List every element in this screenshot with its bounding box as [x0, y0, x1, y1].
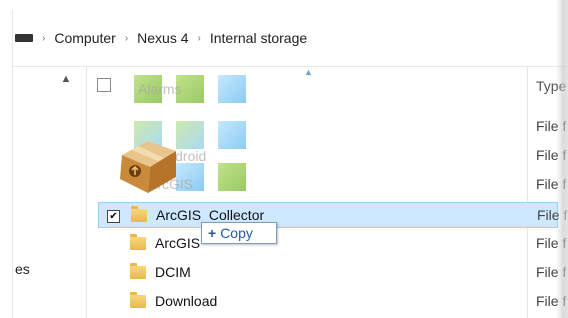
- list-item-arcgis[interactable]: ArcGIS File f: [98, 231, 566, 257]
- folder-icon: [131, 206, 147, 222]
- list-item-name: ArcGIS_Collector: [156, 207, 265, 223]
- package-icon: [120, 141, 176, 193]
- plus-icon: +: [208, 225, 217, 241]
- list-item-name: Download: [155, 293, 218, 309]
- folder-icon: [130, 292, 146, 308]
- copy-tooltip-label: Copy: [220, 225, 253, 241]
- explorer-window: › Computer › Nexus 4 › Internal storage …: [12, 10, 568, 318]
- folder-icon: [130, 234, 146, 250]
- pane-divider[interactable]: [86, 67, 87, 318]
- navigation-pane[interactable]: es: [13, 67, 93, 318]
- window-shadow: [556, 0, 568, 318]
- breadcrumb-separator-icon: ›: [197, 32, 201, 44]
- breadcrumb-separator-icon: ›: [124, 32, 129, 44]
- toolbar-divider: [13, 66, 568, 67]
- image-thumbnail-icon: [216, 119, 248, 151]
- list-item-download[interactable]: Download File f: [98, 289, 566, 315]
- breadcrumb-separator-icon: ›: [42, 32, 46, 44]
- scroll-up-icon[interactable]: ▲: [59, 72, 73, 86]
- breadcrumb-computer[interactable]: Computer: [48, 30, 121, 46]
- breadcrumb-internal-storage[interactable]: Internal storage: [204, 30, 313, 46]
- select-all-checkbox[interactable]: [97, 78, 111, 92]
- breadcrumb-nexus-4[interactable]: Nexus 4: [131, 30, 194, 46]
- nav-item-partial[interactable]: es: [15, 261, 30, 277]
- row-checkbox[interactable]: ✔: [107, 210, 120, 223]
- image-thumbnail-icon: [216, 73, 248, 105]
- list-item-name: DCIM: [155, 264, 191, 280]
- list-item-arcgis-collector[interactable]: ✔ ArcGIS_Collector File f: [98, 202, 567, 228]
- address-bar[interactable]: › Computer › Nexus 4 › Internal storage: [13, 24, 568, 52]
- ghost-folder-label: Alarms: [138, 81, 182, 97]
- list-item-name: ArcGIS: [155, 235, 201, 251]
- drag-copy-tooltip: + Copy: [201, 222, 277, 244]
- sort-ascending-icon: ▲: [304, 67, 313, 77]
- computer-icon: [15, 34, 33, 42]
- folder-icon: [130, 263, 146, 279]
- image-thumbnail-icon: [216, 161, 248, 193]
- list-item-dcim[interactable]: DCIM File f: [98, 260, 566, 286]
